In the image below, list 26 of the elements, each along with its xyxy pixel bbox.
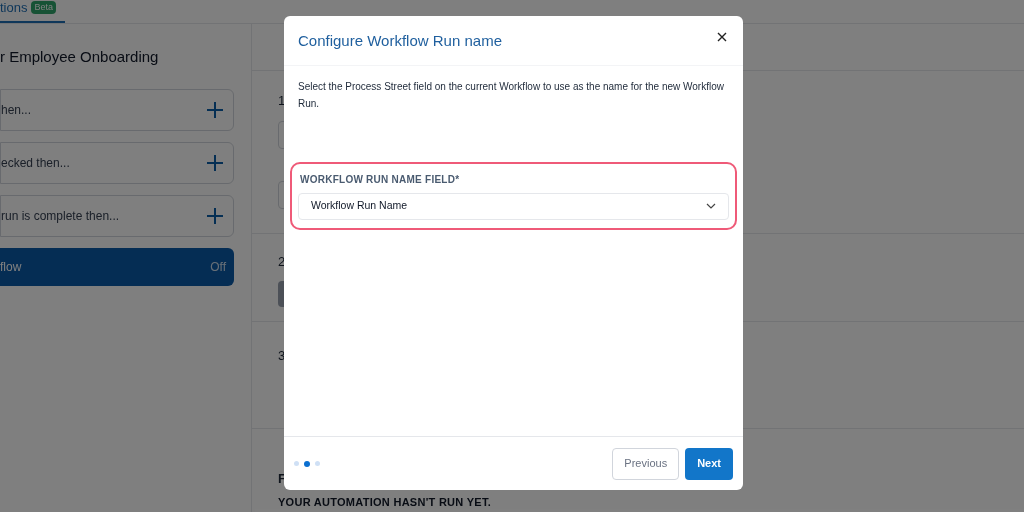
- workflow-toggle[interactable]: flow Off: [0, 247, 234, 286]
- beta-badge: Beta: [31, 0, 56, 14]
- next-button[interactable]: Next: [685, 447, 733, 480]
- chevron-down-icon: [706, 203, 716, 209]
- close-icon[interactable]: [717, 32, 727, 42]
- toggle-state: Off: [210, 258, 226, 276]
- plus-icon[interactable]: [207, 101, 223, 118]
- trigger-label: run is complete then...: [1, 207, 120, 225]
- run-status: YOUR AUTOMATION HASN'T RUN YET.: [278, 495, 493, 510]
- plus-icon[interactable]: [207, 207, 223, 224]
- trigger-card[interactable]: ecked then...: [0, 141, 234, 184]
- select-value: Workflow Run Name: [311, 198, 408, 214]
- modal-description: Select the Process Street field on the current Workflow to use as the name for the new Workflow Run.: [298, 79, 725, 111]
- trigger-label: hen...: [1, 101, 32, 119]
- trigger-card[interactable]: hen...: [0, 88, 234, 131]
- previous-button[interactable]: Previous: [612, 447, 680, 480]
- workflow-title: r Employee Onboarding: [0, 47, 160, 67]
- trigger-card[interactable]: run is complete then...: [0, 194, 234, 237]
- tab[interactable]: tions Beta: [0, 0, 65, 23]
- select-field[interactable]: Workflow Run Name: [298, 192, 729, 220]
- trigger-label: ecked then...: [1, 154, 70, 172]
- tab-label: tions: [0, 0, 28, 17]
- modal-title: Configure Workflow Run name: [298, 31, 502, 51]
- toggle-label: flow: [0, 258, 22, 276]
- field-label: WORKFLOW RUN NAME FIELD*: [299, 172, 461, 187]
- plus-icon[interactable]: [207, 154, 223, 171]
